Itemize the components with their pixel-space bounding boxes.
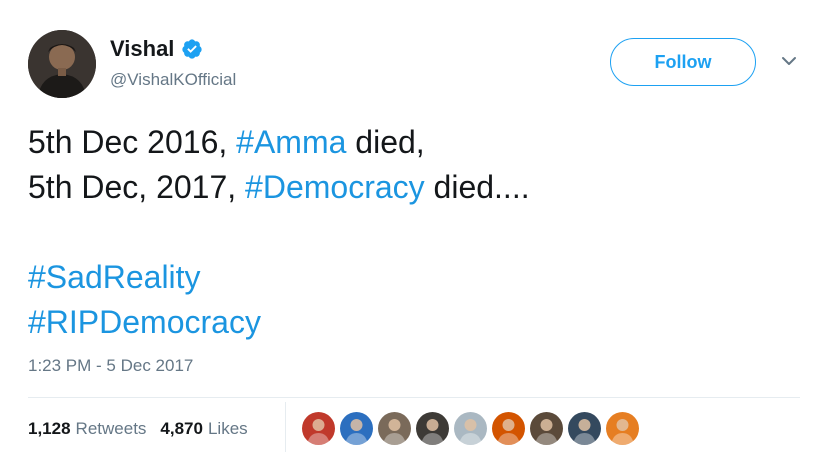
- liker-avatar[interactable]: [340, 412, 373, 445]
- tweet-text: 5th Dec 2016, #Amma died, 5th Dec, 2017,…: [28, 120, 798, 345]
- liker-avatar[interactable]: [416, 412, 449, 445]
- author-display-name[interactable]: Vishal: [110, 36, 174, 62]
- retweets-label: Retweets: [75, 419, 147, 438]
- tweet-line-1: 5th Dec 2016, #Amma died,: [28, 120, 798, 165]
- liker-avatar[interactable]: [378, 412, 411, 445]
- stats-separator: [285, 402, 286, 452]
- liker-avatar[interactable]: [492, 412, 525, 445]
- tweet-text-segment: died,: [346, 124, 425, 160]
- likers-avatar-list: [302, 412, 639, 445]
- tweet-timestamp[interactable]: 1:23 PM - 5 Dec 2017: [28, 356, 193, 376]
- author-handle[interactable]: @VishalKOfficial: [110, 70, 236, 90]
- avatar-photo: [28, 30, 96, 98]
- verified-badge-icon: [181, 38, 203, 60]
- liker-avatar[interactable]: [454, 412, 487, 445]
- likes-count: 4,870: [160, 419, 203, 438]
- likes-stat[interactable]: 4,870 Likes: [160, 419, 247, 439]
- tweet-text-segment: 5th Dec 2016,: [28, 124, 237, 160]
- tweet-stats: 1,128 Retweets 4,870 Likes: [28, 419, 248, 439]
- follow-button[interactable]: Follow: [610, 38, 756, 86]
- liker-avatar[interactable]: [568, 412, 601, 445]
- author-name-row[interactable]: Vishal: [110, 36, 203, 62]
- divider: [28, 397, 800, 398]
- tweet-text-segment: 5th Dec, 2017,: [28, 169, 246, 205]
- tweet-text-segment: died....: [424, 169, 530, 205]
- chevron-down-icon[interactable]: [780, 54, 798, 68]
- hashtag-amma-link[interactable]: #Amma: [236, 124, 346, 160]
- retweets-stat[interactable]: 1,128 Retweets: [28, 419, 146, 439]
- hashtag-democracy-link[interactable]: #Democracy: [245, 169, 425, 205]
- tweet-line-4: #RIPDemocracy: [28, 300, 798, 345]
- author-avatar[interactable]: [28, 30, 96, 98]
- liker-avatar[interactable]: [302, 412, 335, 445]
- retweets-count: 1,128: [28, 419, 71, 438]
- liker-avatar[interactable]: [530, 412, 563, 445]
- hashtag-ripdemocracy-link[interactable]: #RIPDemocracy: [28, 304, 261, 340]
- liker-avatar[interactable]: [606, 412, 639, 445]
- tweet-line-2: 5th Dec, 2017, #Democracy died....: [28, 165, 798, 210]
- likes-label: Likes: [207, 419, 248, 438]
- hashtag-sadreality-link[interactable]: #SadReality: [28, 259, 201, 295]
- tweet-line-3: #SadReality: [28, 255, 798, 300]
